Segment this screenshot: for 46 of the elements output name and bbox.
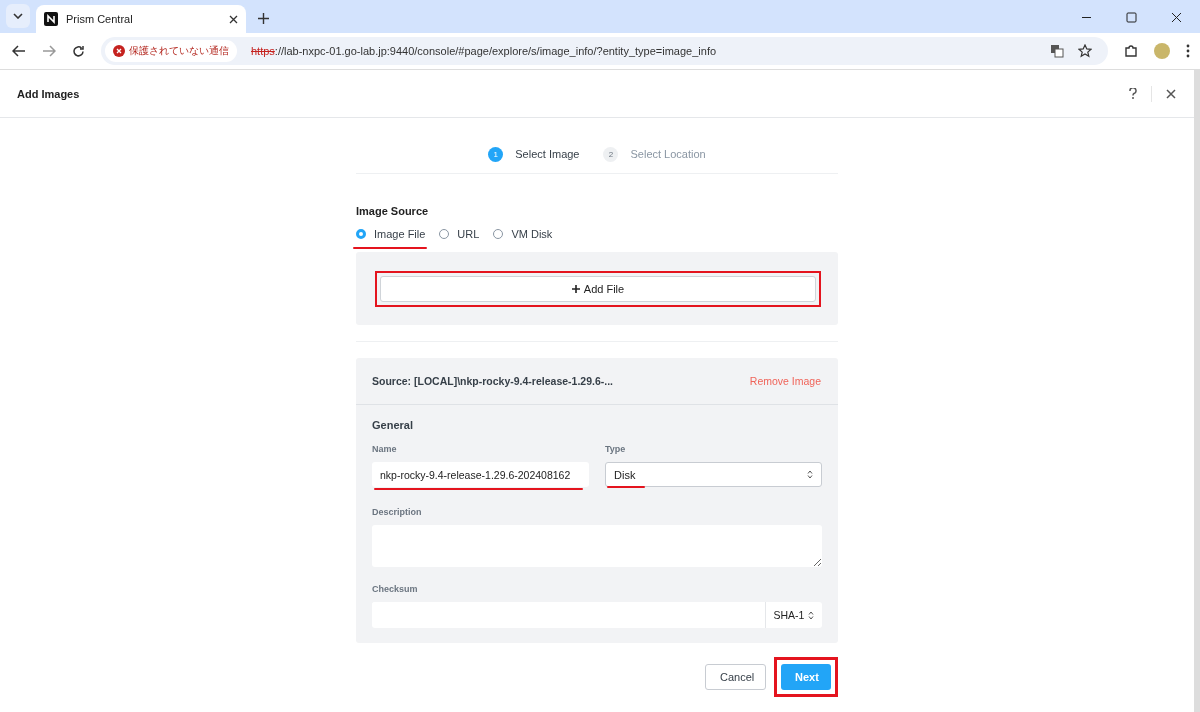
cancel-button[interactable]: Cancel	[705, 664, 766, 690]
new-tab-icon[interactable]	[258, 13, 269, 24]
add-file-button[interactable]: Add File	[380, 275, 816, 302]
more-menu-icon[interactable]	[1186, 44, 1190, 58]
section-label: Image Source	[356, 205, 430, 217]
sort-caret-icon	[807, 470, 813, 479]
checksum-type-select[interactable]: SHA-1	[765, 602, 822, 628]
field-label: Checksum	[372, 584, 419, 594]
app-logo-icon	[44, 12, 58, 26]
wizard-step[interactable]: 2 Select Location	[603, 144, 706, 164]
field-label: Name	[372, 444, 398, 454]
browser-tab[interactable]: Prism Central	[36, 5, 246, 33]
forward-arrow-icon[interactable]	[42, 45, 56, 57]
help-icon[interactable]	[1129, 88, 1137, 99]
type-select[interactable]: Disk	[605, 462, 822, 487]
radio-option[interactable]: VM Disk	[493, 228, 553, 240]
close-icon[interactable]	[1166, 88, 1176, 99]
back-arrow-icon[interactable]	[12, 45, 26, 57]
close-icon[interactable]	[229, 14, 238, 24]
maximize-icon[interactable]	[1126, 12, 1137, 23]
radio-option[interactable]: Image File	[356, 228, 426, 240]
radio-option[interactable]: URL	[439, 228, 480, 240]
wizard-step[interactable]: 1 Select Image	[488, 144, 580, 164]
field-label: Type	[605, 444, 627, 454]
address-bar[interactable]: 保護されていない通信 https://lab-nxpc-01.go-lab.jp:9440/console/#page/explore/s/image_info/?entity_type=image_info	[101, 37, 1108, 65]
plus-icon	[571, 284, 580, 293]
radio-button[interactable]	[493, 229, 504, 239]
security-warning-chip[interactable]: 保護されていない通信	[105, 40, 237, 62]
tab-title: Prism Central	[66, 13, 134, 25]
description-field[interactable]	[372, 525, 822, 567]
tab-search-button[interactable]	[6, 4, 30, 28]
star-icon[interactable]	[1078, 44, 1092, 58]
name-field[interactable]: nkp-rocky-9.4-release-1.29.6-202408162	[372, 462, 589, 487]
dialog-title: Add Images	[17, 87, 80, 100]
warning-icon	[113, 45, 125, 57]
reload-icon[interactable]	[72, 44, 85, 58]
field-label: Description	[372, 507, 423, 517]
annotation-underline	[607, 486, 645, 488]
sort-caret-icon	[808, 610, 815, 620]
section-title: General	[372, 419, 414, 431]
source-path: Source: [LOCAL]\nkp-rocky-9.4-release-1.29.6-...	[372, 375, 613, 387]
close-icon[interactable]	[1171, 12, 1182, 23]
radio-button[interactable]	[439, 229, 450, 239]
url-text: https://lab-nxpc-01.go-lab.jp:9440/console/#page/explore/s/image_info/?entity_type=image_info	[251, 45, 717, 57]
radio-button[interactable]	[356, 229, 366, 239]
chevron-down-icon	[13, 13, 23, 19]
